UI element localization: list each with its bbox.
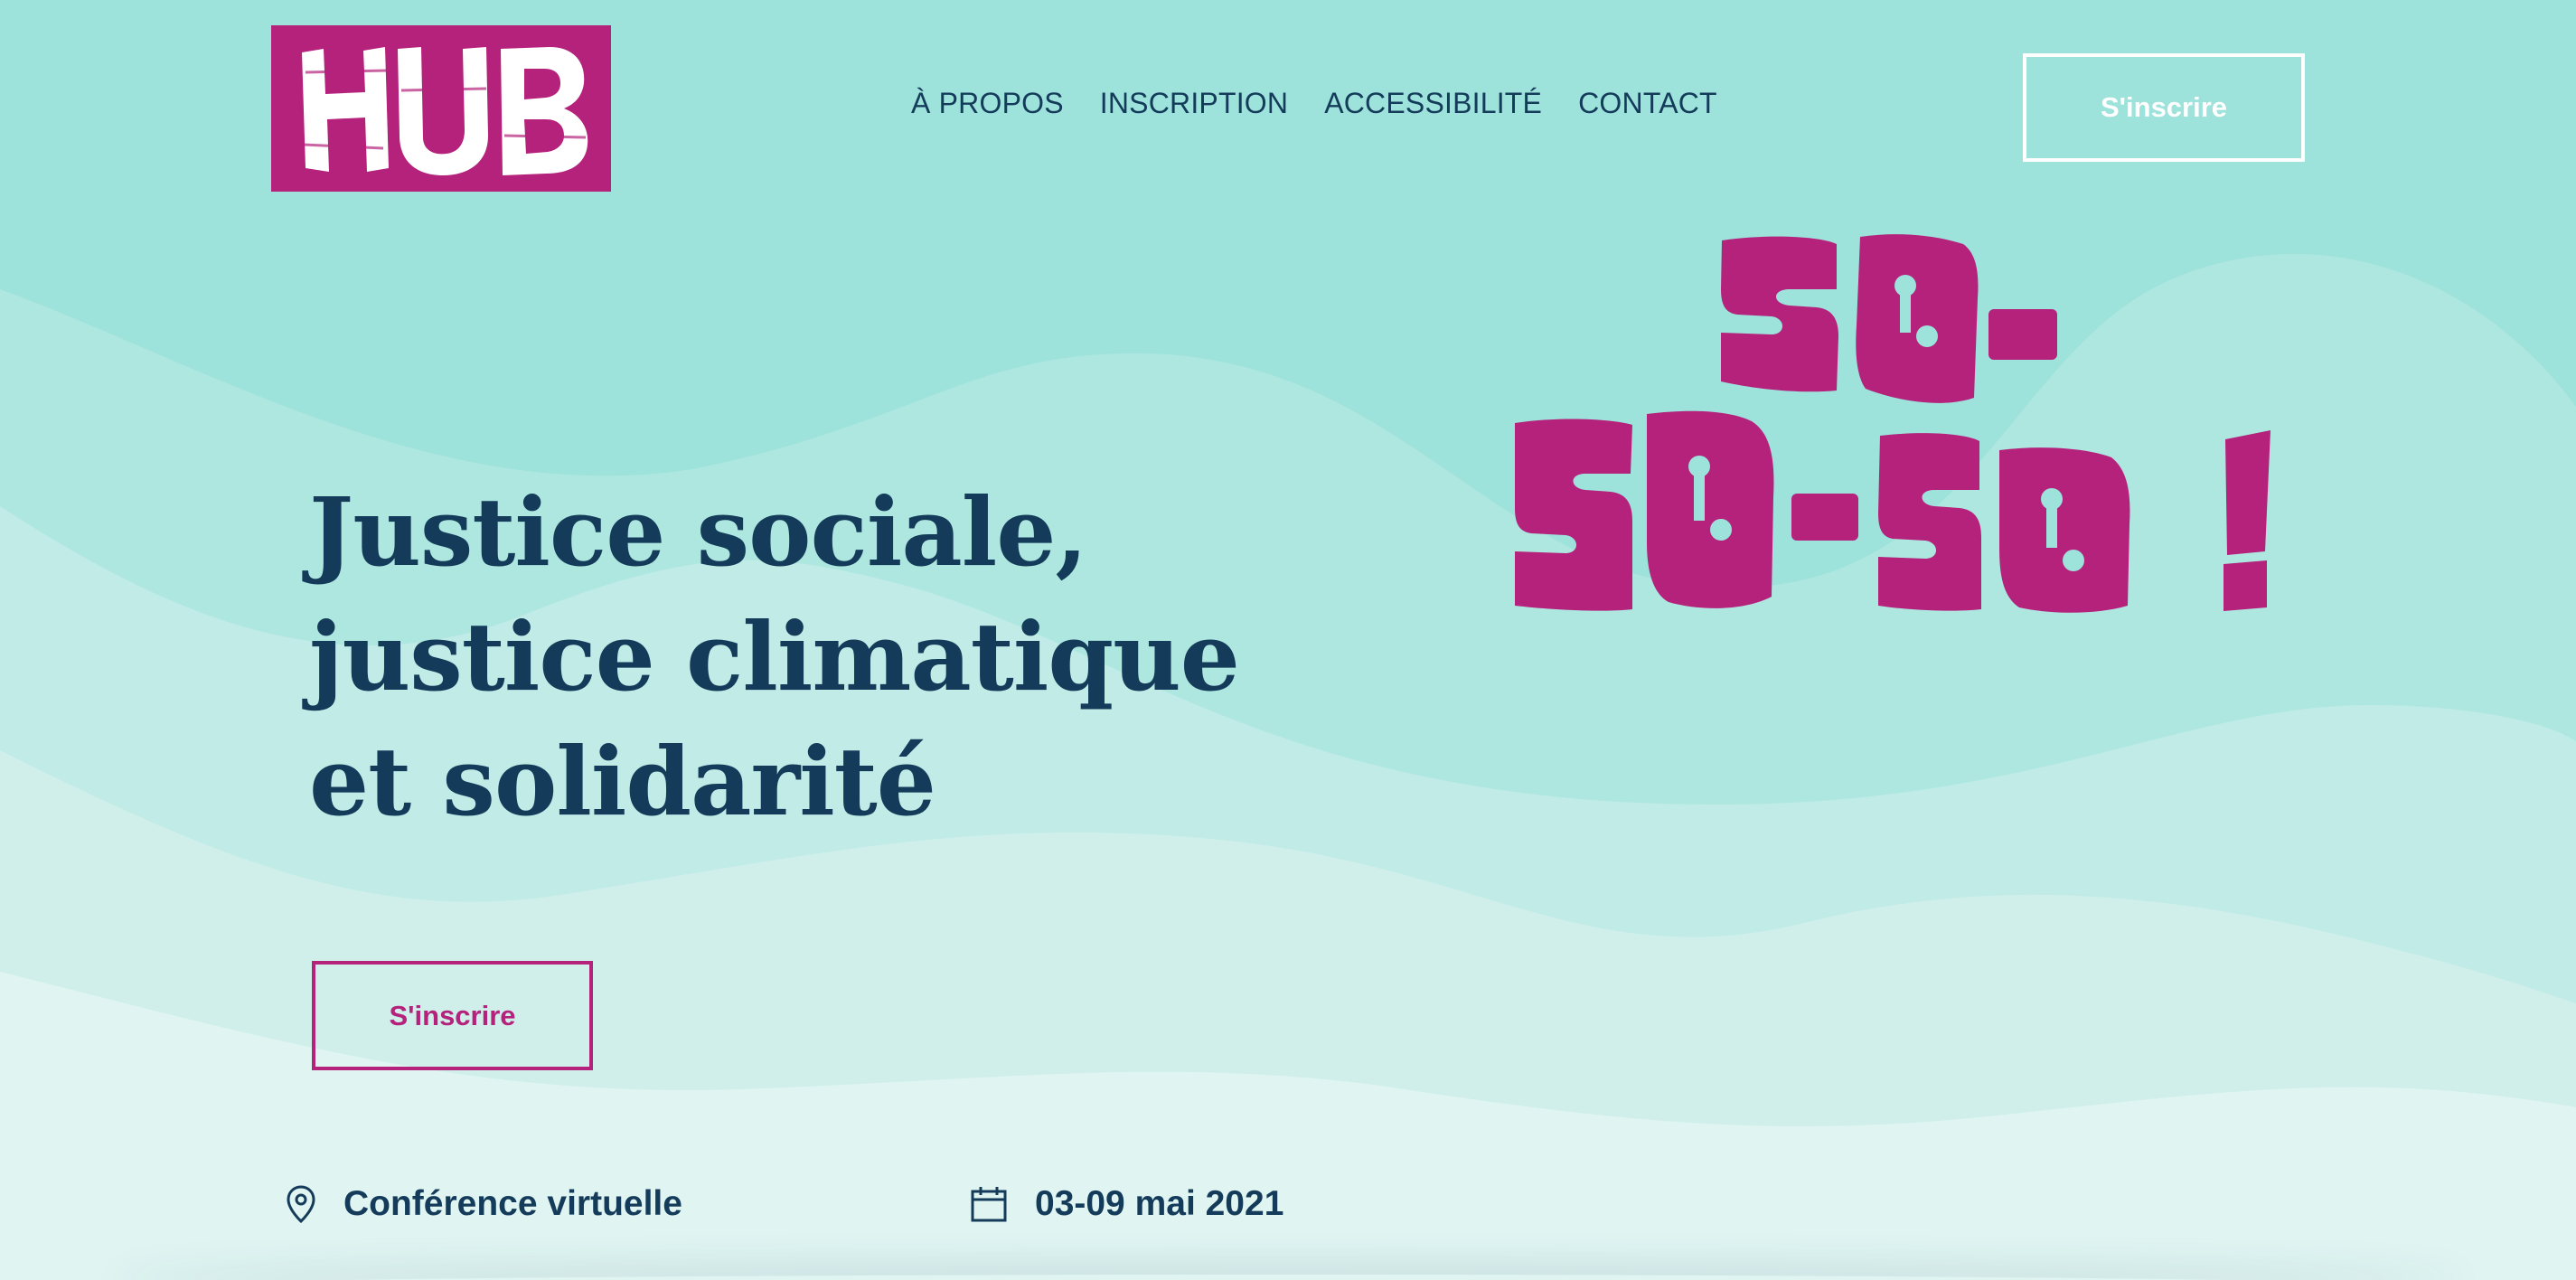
hub-logo[interactable] (271, 25, 611, 192)
hero-title-line-1: Justice sociale, (309, 476, 1088, 588)
hero-title-line-3: et solidarité (309, 726, 936, 837)
calendar-icon (971, 1187, 1007, 1222)
event-location: Conférence virtuelle (286, 1184, 682, 1224)
hub-logo-wordmark (302, 47, 588, 175)
nav-item-inscription[interactable]: INSCRIPTION (1100, 87, 1288, 120)
hero-title-line-2: justice climatique (309, 601, 1240, 712)
page: À PROPOS INSCRIPTION ACCESSIBILITÉ CONTA… (0, 0, 2576, 1280)
map-pin-icon (287, 1185, 315, 1223)
event-location-text: Conférence virtuelle (343, 1184, 682, 1223)
hero-register-button[interactable]: S'inscrire (312, 961, 593, 1070)
so-so-so-slogan-graphic (1515, 234, 2270, 613)
header-register-button[interactable]: S'inscrire (2023, 53, 2305, 162)
event-date: 03-09 mai 2021 (970, 1184, 1283, 1224)
nav-item-contact[interactable]: CONTACT (1578, 87, 1717, 120)
hero-title: Justice sociale, justice climatique et s… (309, 470, 1240, 844)
nav-item-accessibilite[interactable]: ACCESSIBILITÉ (1324, 87, 1542, 120)
nav-item-a-propos[interactable]: À PROPOS (911, 87, 1064, 120)
main-nav: À PROPOS INSCRIPTION ACCESSIBILITÉ CONTA… (911, 87, 1717, 120)
event-date-text: 03-09 mai 2021 (1035, 1184, 1284, 1223)
